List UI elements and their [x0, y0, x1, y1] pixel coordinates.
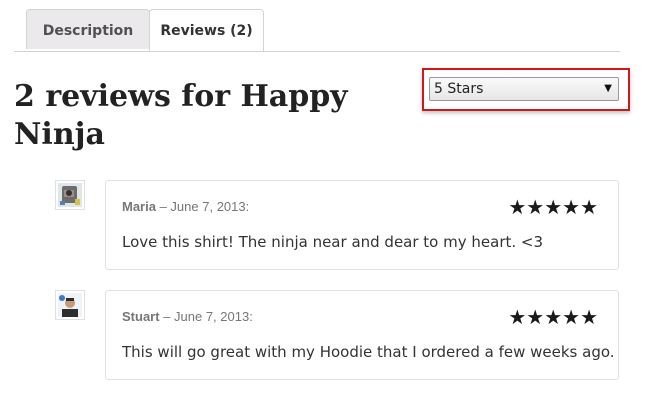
- review-date: – June 7, 2013:: [159, 199, 250, 214]
- avatar: [55, 180, 85, 210]
- star-rating: ★★★★★: [508, 197, 598, 219]
- dropdown-arrow-icon: ▼: [604, 83, 612, 94]
- review-date: – June 7, 2013:: [163, 309, 253, 324]
- review-card: Stuart – June 7, 2013: ★★★★★ This will g…: [105, 290, 619, 380]
- review-author: Stuart: [122, 309, 160, 324]
- review-text: This will go great with my Hoodie that I…: [122, 343, 615, 361]
- star-rating: ★★★★★: [508, 307, 598, 329]
- tab-description[interactable]: Description: [26, 9, 150, 49]
- review-meta: Stuart – June 7, 2013:: [122, 309, 253, 324]
- product-tabs: Description Reviews (2): [14, 9, 620, 52]
- avatar-image: [58, 183, 82, 207]
- reviews-heading: 2 reviews for Happy Ninja: [14, 79, 348, 152]
- rating-filter-select[interactable]: 5 Stars ▼: [429, 77, 619, 101]
- rating-filter-value: 5 Stars: [434, 81, 484, 97]
- review-card: Maria – June 7, 2013: ★★★★★ Love this sh…: [105, 180, 619, 270]
- avatar-image: [58, 293, 82, 317]
- avatar: [55, 290, 85, 320]
- review-text: Love this shirt! The ninja near and dear…: [122, 233, 544, 251]
- review-meta: Maria – June 7, 2013:: [122, 199, 249, 214]
- review-author: Maria: [122, 199, 156, 214]
- tab-reviews[interactable]: Reviews (2): [149, 9, 264, 51]
